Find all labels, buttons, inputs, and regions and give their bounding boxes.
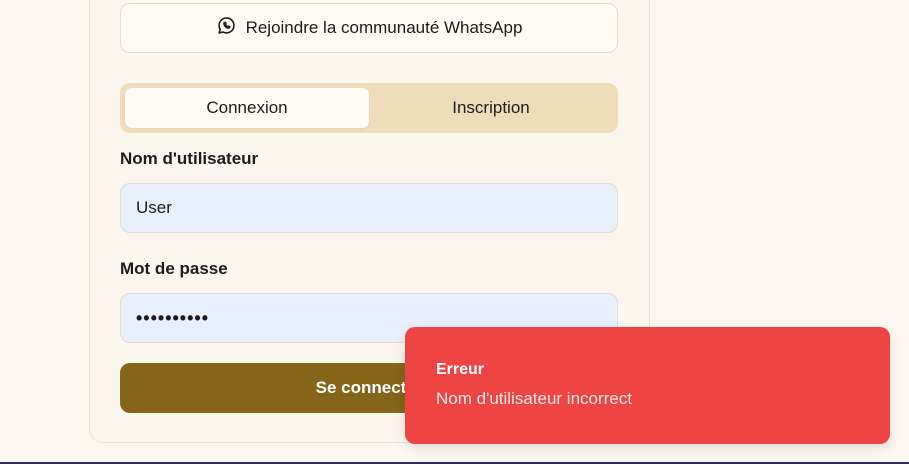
password-label: Mot de passe (120, 259, 228, 278)
username-input[interactable]: User (120, 183, 618, 233)
tab-register[interactable]: Inscription (369, 88, 613, 128)
toast-message: Nom d'utilisateur incorrect (436, 389, 632, 408)
join-whatsapp-button[interactable]: Rejoindre la communauté WhatsApp (120, 3, 618, 53)
tab-login[interactable]: Connexion (125, 88, 369, 128)
auth-tabs: Connexion Inscription (120, 83, 618, 133)
error-toast[interactable]: Erreur Nom d'utilisateur incorrect (405, 327, 890, 444)
username-label: Nom d'utilisateur (120, 149, 259, 168)
login-page: Rejoindre la communauté WhatsApp Connexi… (0, 0, 909, 464)
join-whatsapp-label: Rejoindre la communauté WhatsApp (245, 18, 523, 37)
toast-title: Erreur (436, 361, 485, 378)
whatsapp-icon (216, 15, 237, 41)
